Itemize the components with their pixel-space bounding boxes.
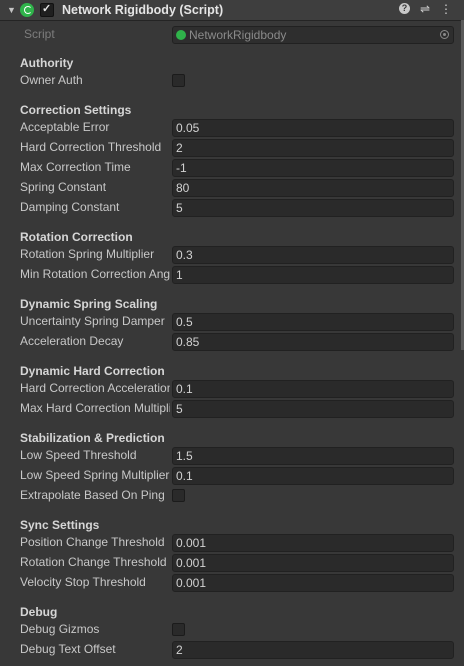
min-rotation-correction-field[interactable]: 1 <box>172 266 454 284</box>
extrapolate-based-on-ping-row: Extrapolate Based On Ping <box>20 487 456 505</box>
spring-constant-field[interactable]: 80 <box>172 179 454 197</box>
max-correction-time-field[interactable]: -1 <box>172 159 454 177</box>
extrapolate-based-on-ping-label: Extrapolate Based On Ping <box>20 488 165 502</box>
velocity-stop-threshold-field[interactable]: 0.001 <box>172 574 454 592</box>
debug-gizmos-label: Debug Gizmos <box>20 622 100 636</box>
max-correction-time-label: Max Correction Time <box>20 160 131 174</box>
low-speed-threshold-row: Low Speed Threshold 1.5 <box>20 447 456 465</box>
uncertainty-spring-damper-field[interactable]: 0.5 <box>172 313 454 331</box>
hard-correction-acceleration-field[interactable]: 0.1 <box>172 380 454 398</box>
acceptable-error-field[interactable]: 0.05 <box>172 119 454 137</box>
component-enabled-checkbox[interactable] <box>40 2 54 17</box>
object-picker-icon[interactable] <box>440 30 449 39</box>
low-speed-threshold-field[interactable]: 1.5 <box>172 447 454 465</box>
script-label: Script <box>24 27 55 41</box>
low-speed-threshold-label: Low Speed Threshold <box>20 448 137 462</box>
position-change-threshold-label: Position Change Threshold <box>20 535 165 549</box>
min-rotation-correction-row: Min Rotation Correction Angle 1 <box>20 266 456 284</box>
script-name: NetworkRigidbody <box>189 28 287 42</box>
acceptable-error-row: Acceptable Error 0.05 <box>20 119 456 137</box>
section-stabilization-prediction: Stabilization & Prediction <box>20 431 165 445</box>
debug-gizmos-checkbox[interactable] <box>172 623 185 636</box>
section-correction-settings: Correction Settings <box>20 103 132 117</box>
help-icon[interactable]: ? <box>399 3 410 14</box>
damping-constant-row: Damping Constant 5 <box>20 199 456 217</box>
rotation-change-threshold-label: Rotation Change Threshold <box>20 555 167 569</box>
uncertainty-spring-damper-label: Uncertainty Spring Damper <box>20 314 165 328</box>
owner-auth-label: Owner Auth <box>20 73 83 87</box>
kebab-menu-icon[interactable]: ⋮ <box>440 2 452 16</box>
section-debug: Debug <box>20 605 58 619</box>
rotation-spring-multiplier-label: Rotation Spring Multiplier <box>20 247 155 261</box>
low-speed-spring-multiplier-row: Low Speed Spring Multiplier 0.1 <box>20 467 456 485</box>
extrapolate-based-on-ping-checkbox[interactable] <box>172 489 185 502</box>
sliders-icon[interactable]: ⇌ <box>419 2 431 16</box>
section-authority: Authority <box>20 56 74 70</box>
rotation-change-threshold-row: Rotation Change Threshold 0.001 <box>20 554 456 572</box>
acceleration-decay-field[interactable]: 0.85 <box>172 333 454 351</box>
position-change-threshold-field[interactable]: 0.001 <box>172 534 454 552</box>
hard-correction-threshold-label: Hard Correction Threshold <box>20 140 162 154</box>
max-hard-correction-multiplier-field[interactable]: 5 <box>172 400 454 418</box>
max-hard-correction-multiplier-label: Max Hard Correction Multiplier <box>20 401 170 415</box>
low-speed-spring-multiplier-field[interactable]: 0.1 <box>172 467 454 485</box>
component-header[interactable]: ▼ Network Rigidbody (Script) ? ⇌ ⋮ <box>0 0 464 21</box>
velocity-stop-threshold-row: Velocity Stop Threshold 0.001 <box>20 574 456 592</box>
debug-gizmos-row: Debug Gizmos <box>20 621 456 639</box>
max-correction-time-row: Max Correction Time -1 <box>20 159 456 177</box>
hard-correction-acceleration-row: Hard Correction Acceleration 0.1 <box>20 380 456 398</box>
acceleration-decay-label: Acceleration Decay <box>20 334 124 348</box>
velocity-stop-threshold-label: Velocity Stop Threshold <box>20 575 146 589</box>
damping-constant-label: Damping Constant <box>20 200 120 214</box>
acceleration-decay-row: Acceleration Decay 0.85 <box>20 333 456 351</box>
owner-auth-checkbox[interactable] <box>172 74 185 87</box>
rotation-change-threshold-field[interactable]: 0.001 <box>172 554 454 572</box>
owner-auth-row: Owner Auth <box>20 72 456 90</box>
script-row: Script NetworkRigidbody <box>20 26 456 44</box>
spring-constant-label: Spring Constant <box>20 180 107 194</box>
section-rotation-correction: Rotation Correction <box>20 230 133 244</box>
debug-text-offset-row: Debug Text Offset 2 <box>20 641 456 659</box>
script-object-field[interactable]: NetworkRigidbody <box>172 26 454 44</box>
rotation-spring-multiplier-row: Rotation Spring Multiplier 0.3 <box>20 246 456 264</box>
damping-constant-field[interactable]: 5 <box>172 199 454 217</box>
spring-constant-row: Spring Constant 80 <box>20 179 456 197</box>
hard-correction-threshold-field[interactable]: 2 <box>172 139 454 157</box>
section-dynamic-spring-scaling: Dynamic Spring Scaling <box>20 297 158 311</box>
debug-text-offset-label: Debug Text Offset <box>20 642 116 656</box>
foldout-arrow-icon[interactable]: ▼ <box>7 6 16 15</box>
script-asset-icon <box>176 30 186 40</box>
min-rotation-correction-label: Min Rotation Correction Angle <box>20 267 170 281</box>
debug-text-offset-field[interactable]: 2 <box>172 641 454 659</box>
uncertainty-spring-damper-row: Uncertainty Spring Damper 0.5 <box>20 313 456 331</box>
hard-correction-acceleration-label: Hard Correction Acceleration <box>20 381 170 395</box>
acceptable-error-label: Acceptable Error <box>20 120 110 134</box>
component-title: Network Rigidbody (Script) <box>62 3 224 17</box>
rotation-spring-multiplier-field[interactable]: 0.3 <box>172 246 454 264</box>
section-dynamic-hard-correction: Dynamic Hard Correction <box>20 364 165 378</box>
position-change-threshold-row: Position Change Threshold 0.001 <box>20 534 456 552</box>
section-sync-settings: Sync Settings <box>20 518 100 532</box>
script-component-icon <box>20 3 34 17</box>
hard-correction-threshold-row: Hard Correction Threshold 2 <box>20 139 456 157</box>
low-speed-spring-multiplier-label: Low Speed Spring Multiplier <box>20 468 170 482</box>
max-hard-correction-multiplier-row: Max Hard Correction Multiplier 5 <box>20 400 456 418</box>
